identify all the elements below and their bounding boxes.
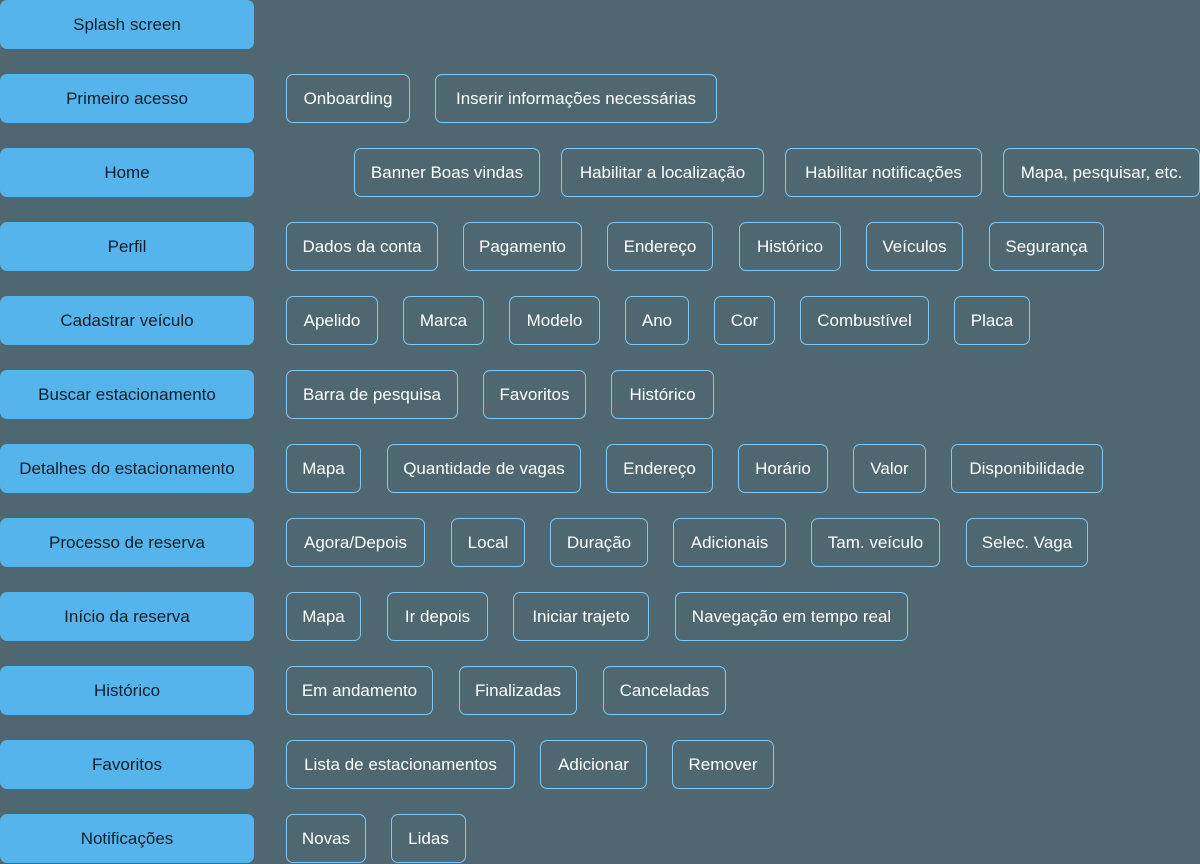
feature-chip: Duração [550, 518, 648, 567]
feature-chip: Combustível [800, 296, 929, 345]
feature-chip: Ano [625, 296, 689, 345]
feature-chip: Endereço [607, 222, 713, 271]
feature-chip: Barra de pesquisa [286, 370, 458, 419]
feature-chip: Habilitar notificações [785, 148, 982, 197]
feature-chip: Tam. veículo [811, 518, 940, 567]
screen-label: Favoritos [0, 740, 254, 789]
screen-label: Processo de reserva [0, 518, 254, 567]
feature-chip: Pagamento [463, 222, 582, 271]
screen-label: Home [0, 148, 254, 197]
flow-row: Histórico Em andamento Finalizadas Cancelad… [0, 666, 1200, 716]
feature-chip: Horário [738, 444, 828, 493]
screen-label: Buscar estacionamento [0, 370, 254, 419]
feature-chip: Lidas [391, 814, 466, 863]
feature-chip: Modelo [509, 296, 600, 345]
screen-label: Splash screen [0, 0, 254, 49]
flow-row: Processo de reserva Agora/Depois Local Dura… [0, 518, 1200, 568]
feature-chip: Adicionar [540, 740, 647, 789]
feature-chip: Histórico [739, 222, 841, 271]
feature-chip: Selec. Vaga [966, 518, 1088, 567]
feature-chip: Inserir informações necessárias [435, 74, 717, 123]
feature-chip: Cor [714, 296, 775, 345]
feature-chip: Iniciar trajeto [513, 592, 649, 641]
feature-chip: Mapa, pesquisar, etc. [1003, 148, 1200, 197]
flow-row: Início da reserva Mapa Ir depois Iniciar tr… [0, 592, 1200, 642]
flow-row: Primeiro acesso Onboarding Inserir informa… [0, 74, 1200, 124]
feature-chip: Canceladas [603, 666, 726, 715]
feature-chip: Quantidade de vagas [387, 444, 581, 493]
feature-chip: Veículos [866, 222, 963, 271]
flow-row: Favoritos Lista de estacionamentos Adicion… [0, 740, 1200, 790]
screen-label: Detalhes do estacionamento [0, 444, 254, 493]
screen-label: Notificações [0, 814, 254, 863]
feature-chip: Finalizadas [459, 666, 577, 715]
feature-chip: Apelido [286, 296, 378, 345]
feature-chip: Local [451, 518, 525, 567]
feature-chip: Valor [853, 444, 926, 493]
flow-row: Splash screen [0, 0, 1200, 50]
flow-row: Cadastrar veículo Apelido Marca Modelo Ano Co… [0, 296, 1200, 346]
feature-chip: Agora/Depois [286, 518, 425, 567]
feature-chip: Dados da conta [286, 222, 438, 271]
feature-chip: Histórico [611, 370, 714, 419]
feature-chip: Marca [403, 296, 484, 345]
feature-chip: Remover [672, 740, 774, 789]
feature-chip: Novas [286, 814, 366, 863]
flow-row: Notificações Novas Lidas [0, 814, 1200, 864]
feature-chip: Placa [954, 296, 1030, 345]
screen-label: Histórico [0, 666, 254, 715]
screen-label: Início da reserva [0, 592, 254, 641]
feature-chip: Disponibilidade [951, 444, 1103, 493]
flow-row: Buscar estacionamento Barra de pesquisa Fa… [0, 370, 1200, 420]
feature-chip: Mapa [286, 592, 361, 641]
feature-chip: Habilitar a localização [561, 148, 764, 197]
feature-chip: Onboarding [286, 74, 410, 123]
feature-chip: Lista de estacionamentos [286, 740, 515, 789]
feature-chip: Banner Boas vindas [354, 148, 540, 197]
feature-chip: Endereço [606, 444, 713, 493]
feature-chip: Ir depois [387, 592, 488, 641]
feature-chip: Em andamento [286, 666, 433, 715]
feature-chip: Favoritos [483, 370, 586, 419]
feature-chip: Mapa [286, 444, 361, 493]
flow-row: Home Banner Boas vindas Habilitar a locali… [0, 148, 1200, 198]
screen-label: Cadastrar veículo [0, 296, 254, 345]
screen-label: Perfil [0, 222, 254, 271]
screen-label: Primeiro acesso [0, 74, 254, 123]
flow-row: Perfil Dados da conta Pagamento Endereço His… [0, 222, 1200, 272]
feature-chip: Adicionais [673, 518, 786, 567]
flow-row: Detalhes do estacionamento Mapa Quantidade… [0, 444, 1200, 494]
feature-chip: Navegação em tempo real [675, 592, 908, 641]
feature-chip: Segurança [989, 222, 1104, 271]
